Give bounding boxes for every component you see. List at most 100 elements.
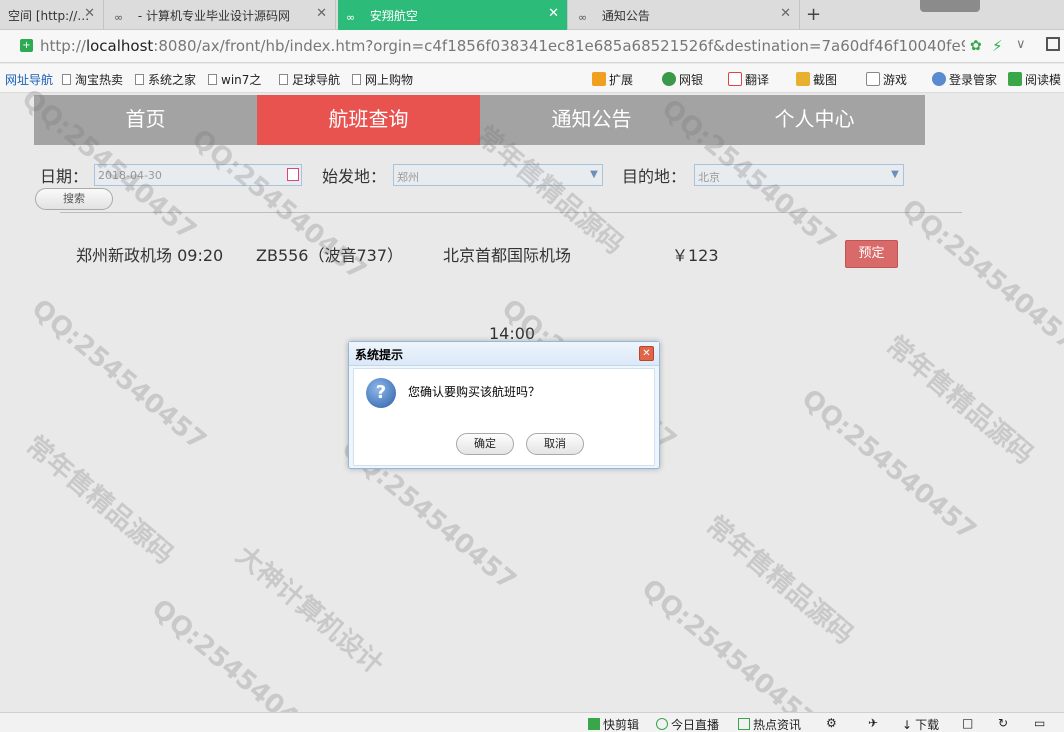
browser-tab-active[interactable]: ∞ 安翔航空 ✕ [338, 0, 568, 30]
dialog-title: 系统提示 [349, 342, 659, 366]
browser-tab-bar: 空间 [http://… ✕ ∞ - 计算机专业毕业设计源码网 ✕ ∞ 安翔航空… [0, 0, 1064, 30]
nav-home[interactable]: 首页 [34, 95, 257, 145]
departure-info: 郑州新政机场 09:20 [76, 246, 224, 265]
bookmark-item[interactable]: win7之 [208, 71, 261, 88]
close-icon[interactable]: ✕ [316, 6, 327, 21]
watermark: QQ:254540457 [25, 293, 212, 457]
confirm-button[interactable]: 确定 [456, 433, 514, 455]
news-button[interactable]: 热点资讯 [738, 716, 801, 732]
bookmark-item[interactable]: 淘宝热卖 [62, 71, 123, 88]
quick-edit-button[interactable]: 快剪辑 [588, 716, 639, 732]
watermark: 大神计算机设计 [230, 540, 389, 681]
translate-button[interactable]: 翻译 [728, 71, 769, 88]
new-tab-button[interactable]: + [806, 4, 821, 25]
lightning-icon[interactable]: ⚡ [992, 37, 1003, 55]
bookmark-item[interactable]: 足球导航 [279, 71, 340, 88]
nav-notices[interactable]: 通知公告 [480, 95, 703, 145]
chevron-down-icon[interactable]: ▼ [586, 165, 602, 185]
window-handle[interactable] [920, 0, 980, 12]
close-icon[interactable]: ✕ [780, 6, 791, 21]
browser-status-bar: 快剪辑 今日直播 热点资讯 ⚙ ✈ ↓ 下载 □ ↻ ▭ [0, 712, 1064, 732]
toolbar-label: 扩展 [609, 73, 634, 87]
close-icon[interactable]: ✕ [84, 6, 95, 21]
browser-tab[interactable]: ∞ - 计算机专业毕业设计源码网 ✕ [106, 0, 336, 30]
news-icon [738, 718, 750, 730]
refresh-icon[interactable]: ↻ [998, 716, 1008, 730]
book-button[interactable]: 预定 [845, 240, 898, 268]
tab-label: - 计算机专业毕业设计源码网 [137, 9, 290, 23]
toolbar-label: 阅读模 [1025, 73, 1062, 87]
tab-label: 安翔航空 [369, 9, 418, 23]
gamepad-icon [866, 72, 880, 86]
question-icon: ? [366, 378, 396, 408]
extensions-button[interactable]: 扩展 [592, 71, 633, 88]
pin-icon[interactable]: ✈ [868, 716, 878, 730]
toolbar-label: 截图 [813, 73, 838, 87]
download-button[interactable]: ↓ 下载 [902, 716, 939, 732]
bookmark-label: 网上购物 [365, 73, 414, 87]
close-icon[interactable]: ✕ [548, 6, 559, 21]
page-icon: ∞ [346, 11, 356, 24]
page-icon [352, 74, 361, 85]
address-bar: + http://localhost:8080/ax/front/hb/inde… [0, 30, 1064, 63]
page-icon [208, 74, 217, 85]
games-button[interactable]: 游戏 [866, 71, 907, 88]
origin-label: 始发地： [322, 167, 387, 186]
toolbar-label: 网银 [679, 73, 704, 87]
bookmark-item[interactable]: 网上购物 [352, 71, 413, 88]
bookmark-label: 淘宝热卖 [75, 73, 124, 87]
settings-icon[interactable]: ⚙ [826, 716, 837, 730]
status-label: 今日直播 [671, 718, 720, 732]
url-input[interactable]: http://localhost:8080/ax/front/hb/index.… [40, 37, 965, 55]
bookmark-item[interactable]: 网址导航 [5, 71, 53, 88]
url-prefix: http:// [40, 37, 86, 55]
window-icon[interactable] [1046, 37, 1060, 51]
bookmarks-bar: 网址导航 淘宝热卖 系统之家 win7之 足球导航 网上购物 扩展 网银 翻译 … [0, 64, 1064, 93]
chevron-down-icon[interactable]: ∨ [1016, 37, 1026, 52]
book-icon [1008, 72, 1022, 86]
window-icon[interactable]: □ [962, 716, 973, 730]
main-nav: 首页 航班查询 通知公告 个人中心 [34, 95, 925, 145]
refresh-icon[interactable]: ✿ [970, 38, 982, 54]
browser-tab[interactable]: 空间 [http://… ✕ [0, 0, 104, 30]
search-button[interactable]: 搜索 [35, 188, 113, 210]
date-input[interactable]: 2018-04-30 [94, 164, 302, 186]
page-icon [135, 74, 144, 85]
cancel-button[interactable]: 取消 [526, 433, 584, 455]
chevron-down-icon[interactable]: ▼ [887, 165, 903, 185]
login-manager-button[interactable]: 登录管家 [932, 71, 997, 88]
bookmark-item[interactable]: 系统之家 [135, 71, 196, 88]
watermark: QQ:254540457 [895, 193, 1064, 357]
date-value: 2018-04-30 [98, 169, 162, 182]
reader-mode-button[interactable]: 阅读模 [1008, 71, 1061, 88]
bank-icon [662, 72, 676, 86]
divider [60, 212, 962, 213]
scissors-icon [588, 718, 600, 730]
flight-code: ZB556（波音737） [256, 246, 404, 265]
translate-icon [728, 72, 742, 86]
scissors-icon [796, 72, 810, 86]
flight-price: ￥123 [672, 246, 719, 265]
live-button[interactable]: 今日直播 [656, 716, 719, 732]
watermark: 常年售精品源码 [20, 430, 179, 571]
watermark: QQ:254540457 [795, 383, 982, 547]
bookmark-label: 足球导航 [292, 73, 341, 87]
page-icon [62, 74, 71, 85]
nav-profile[interactable]: 个人中心 [703, 95, 926, 145]
calendar-icon[interactable] [287, 168, 299, 181]
ebank-button[interactable]: 网银 [662, 71, 703, 88]
restore-icon[interactable]: ▭ [1034, 716, 1045, 730]
close-icon[interactable]: ✕ [639, 346, 654, 361]
browser-tab[interactable]: ∞ 通知公告 ✕ [570, 0, 800, 30]
status-label: 快剪辑 [603, 718, 640, 732]
toolbar-label: 登录管家 [949, 73, 998, 87]
destination-select[interactable]: 北京 ▼ [694, 164, 904, 186]
screenshot-button[interactable]: 截图 [796, 71, 837, 88]
url-host: localhost [85, 37, 154, 55]
origin-value: 郑州 [397, 171, 419, 184]
key-icon [932, 72, 946, 86]
grid-icon [592, 72, 606, 86]
watermark: QQ:254540457 [635, 573, 822, 732]
origin-select[interactable]: 郑州 ▼ [393, 164, 603, 186]
nav-flight-search[interactable]: 航班查询 [257, 95, 480, 145]
